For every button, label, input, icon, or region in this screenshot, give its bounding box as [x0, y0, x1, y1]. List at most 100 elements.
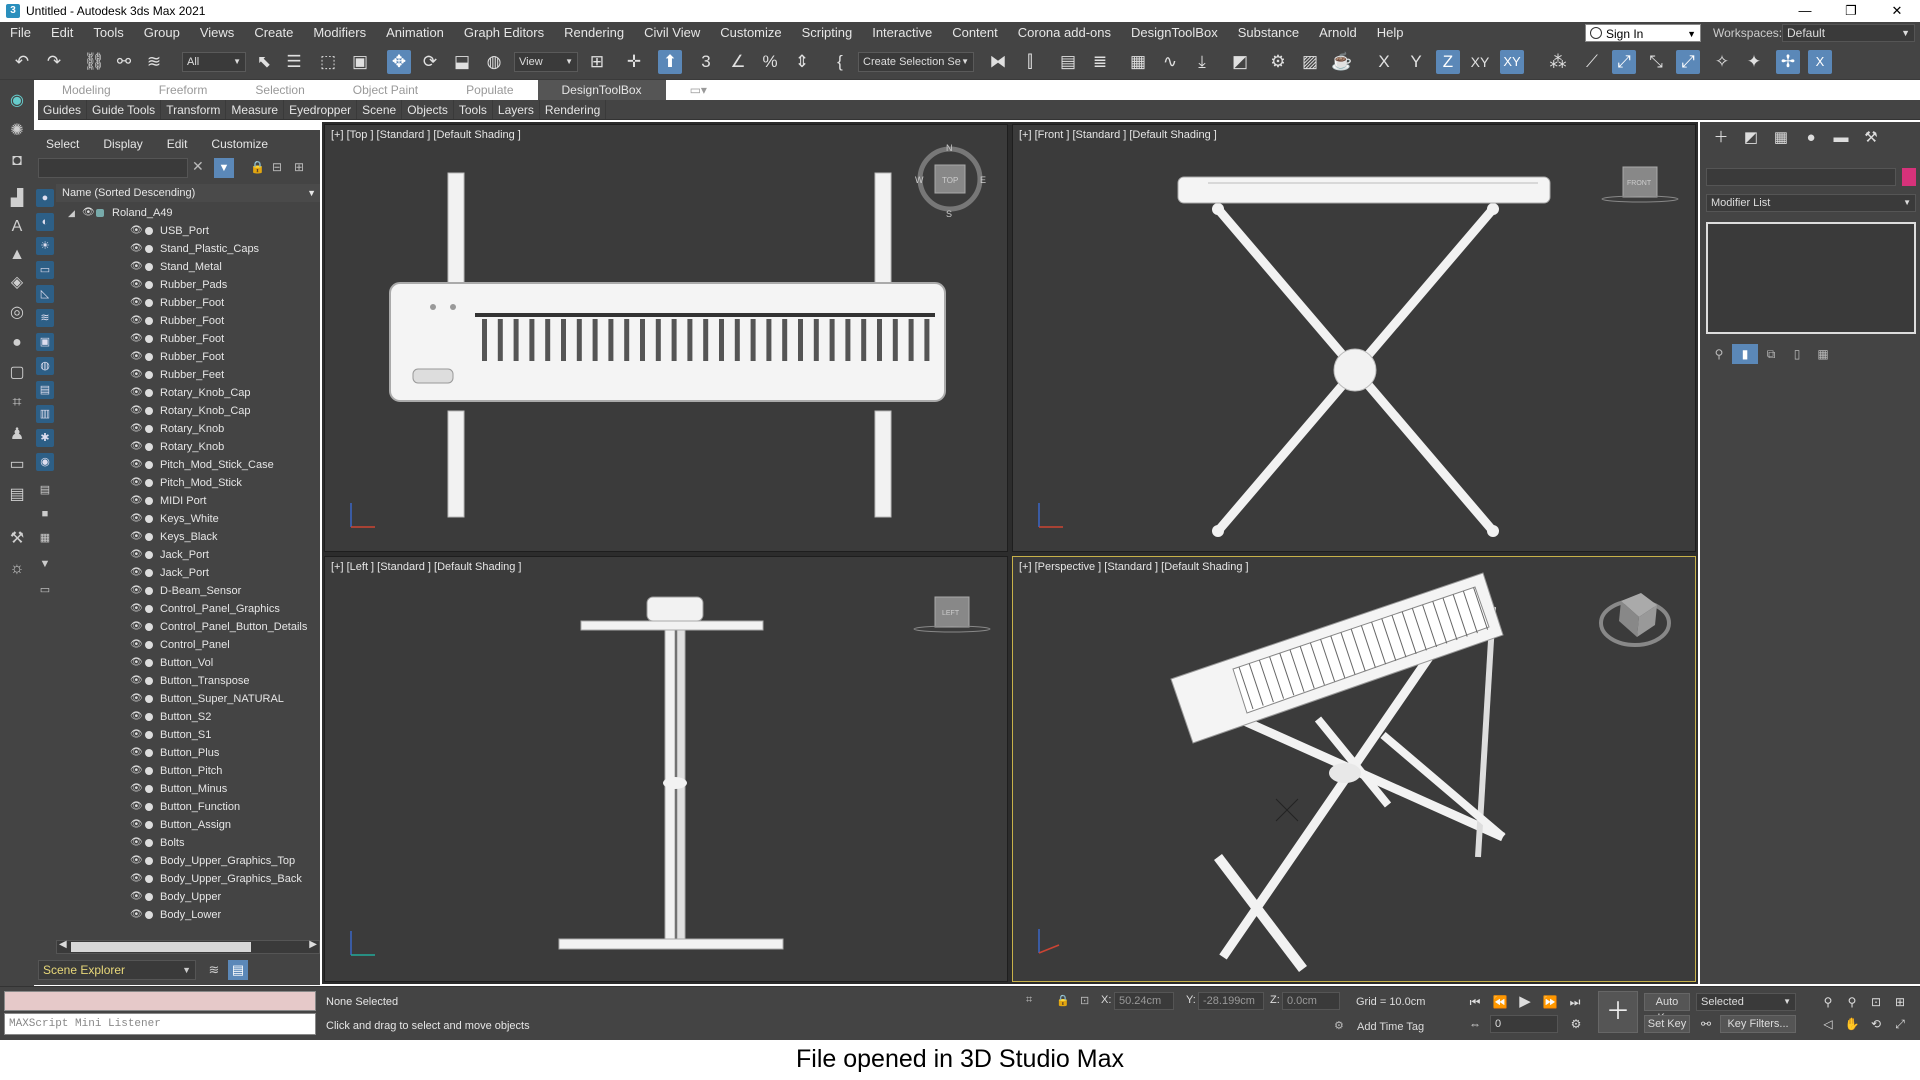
tree-row[interactable]: 👁 Button_Super_NATURAL — [56, 690, 320, 708]
toggle-scene-explorer-icon[interactable]: ▤ — [1056, 50, 1080, 74]
pan-icon[interactable]: ✋ — [1842, 1015, 1862, 1033]
expand-icon[interactable]: ⊞ — [294, 160, 304, 174]
toggle-layer-explorer-icon[interactable]: ≣ — [1088, 50, 1112, 74]
people-icon[interactable]: ♟ — [6, 424, 28, 446]
set-key-button[interactable]: Set Key — [1644, 1015, 1690, 1033]
go-to-end-icon[interactable]: ⏭ — [1565, 993, 1585, 1011]
pivot-center-icon[interactable]: ⊞ — [585, 50, 609, 74]
render-production-icon[interactable]: ☕ — [1330, 50, 1354, 74]
eye-icon[interactable]: 👁 — [130, 240, 143, 258]
menu-corona[interactable]: Corona add-ons — [1008, 22, 1121, 44]
snap-tool-c-icon[interactable]: ⤢ — [1676, 50, 1700, 74]
eye-icon[interactable]: 👁 — [130, 870, 143, 888]
menu-arnold[interactable]: Arnold — [1309, 22, 1367, 44]
tree-row[interactable]: 👁 Rubber_Foot — [56, 348, 320, 366]
ribbon-options-icon[interactable]: ▭▾ — [666, 80, 731, 100]
display-filter-icon[interactable]: ◉ — [36, 453, 54, 471]
tree-row[interactable]: 👁 Button_Assign — [56, 816, 320, 834]
snap-tool-b-icon[interactable]: ⤡ — [1644, 50, 1668, 74]
named-selection-sets-dropdown[interactable]: Create Selection Se ▼ — [858, 52, 974, 72]
curve-editor-icon[interactable]: ∿ — [1158, 50, 1182, 74]
auto-key-button[interactable]: Auto Key — [1644, 993, 1690, 1024]
layers-icon[interactable]: ≋ — [204, 960, 224, 980]
menu-graph-editors[interactable]: Graph Editors — [454, 22, 554, 44]
bind-space-warp-icon[interactable]: ≋ — [142, 50, 166, 74]
mirror-icon[interactable]: ⧓ — [986, 50, 1010, 74]
previous-frame-icon[interactable]: ⏪ — [1490, 993, 1510, 1011]
tree-row[interactable]: 👁 Keys_White — [56, 510, 320, 528]
cone-icon[interactable]: ▲ — [6, 244, 28, 266]
eye-icon[interactable]: 👁 — [130, 384, 143, 402]
container-filter-icon[interactable]: ▥ — [36, 405, 54, 423]
menu-tools[interactable]: Tools — [83, 22, 133, 44]
bulb-outline-icon[interactable]: ☼ — [6, 558, 28, 580]
menu-views[interactable]: Views — [190, 22, 244, 44]
crop-icon[interactable]: ⌗ — [6, 392, 28, 414]
eye-icon[interactable]: 👁 — [130, 834, 143, 852]
make-unique-icon[interactable]: ⧉ — [1758, 344, 1784, 364]
z-coordinate-field[interactable]: 0.0cm — [1282, 992, 1340, 1010]
tree-row[interactable]: 👁 Control_Panel_Graphics — [56, 600, 320, 618]
xref-filter-icon[interactable]: ◍ — [36, 357, 54, 375]
time-config-icon[interactable]: ⚙ — [1566, 1015, 1586, 1033]
hierarchy-icon[interactable]: ⊟ — [272, 160, 282, 174]
scroll-thumb[interactable] — [71, 942, 251, 952]
tool-icon[interactable]: ⚒ — [6, 528, 28, 550]
particle-filter-icon[interactable]: ✱ — [36, 429, 54, 447]
angle-snap-icon[interactable]: ∠ — [726, 50, 750, 74]
clear-search-icon[interactable]: ✕ — [192, 158, 204, 175]
set-keys-button[interactable]: ＋ — [1598, 991, 1638, 1033]
sign-in-dropdown[interactable]: Sign In ▼ — [1585, 24, 1701, 42]
eye-icon[interactable]: 👁 — [130, 690, 143, 708]
eye-icon[interactable]: 👁 — [130, 546, 143, 564]
menu-help[interactable]: Help — [1367, 22, 1414, 44]
eye-icon[interactable]: 👁 — [130, 258, 143, 276]
menu-edit[interactable]: Edit — [41, 22, 83, 44]
menu-content[interactable]: Content — [942, 22, 1008, 44]
bulb-icon[interactable]: ◉ — [6, 90, 28, 112]
show-end-result-icon[interactable]: ▮ — [1732, 344, 1758, 364]
reference-coordinate-dropdown[interactable]: View ▼ — [514, 52, 578, 72]
object-color-swatch[interactable] — [1902, 168, 1916, 186]
eye-icon[interactable]: 👁 — [130, 474, 143, 492]
menu-file[interactable]: File — [0, 22, 41, 44]
axis-x-icon[interactable]: X — [1372, 50, 1396, 74]
text-icon[interactable]: A — [6, 216, 28, 238]
maximize-viewport-icon[interactable]: ⤢ — [1890, 1015, 1910, 1033]
ribbon-scene[interactable]: Scene — [357, 100, 403, 119]
tree-row[interactable]: 👁 Rubber_Feet — [56, 366, 320, 384]
axis-y-icon[interactable]: Y — [1404, 50, 1428, 74]
tree-row[interactable]: 👁 Rubber_Foot — [56, 294, 320, 312]
workspaces-dropdown[interactable]: Default ▼ — [1782, 24, 1915, 42]
grid-snap-icon[interactable]: ⁂ — [1546, 50, 1570, 74]
material-editor-icon[interactable]: ◩ — [1228, 50, 1252, 74]
eye-icon[interactable]: 👁 — [130, 510, 143, 528]
tree-row[interactable]: 👁 Stand_Metal — [56, 258, 320, 276]
minimize-button[interactable]: — — [1782, 0, 1828, 22]
tree-row[interactable]: 👁 Button_S2 — [56, 708, 320, 726]
eye-icon[interactable]: 👁 — [130, 222, 143, 240]
eye-icon[interactable]: 👁 — [130, 744, 143, 762]
undo-icon[interactable]: ↶ — [10, 50, 34, 74]
tree-row[interactable]: 👁 Button_Pitch — [56, 762, 320, 780]
viewport-top[interactable]: [+] [Top ] [Standard ] [Default Shading … — [324, 124, 1008, 552]
scene-menu-select[interactable]: Select — [34, 134, 91, 154]
eye-icon[interactable]: 👁 — [82, 204, 95, 222]
tree-row[interactable]: 👁 Rubber_Pads — [56, 276, 320, 294]
menu-create[interactable]: Create — [244, 22, 303, 44]
eye-icon[interactable]: 👁 — [130, 762, 143, 780]
tree-row[interactable]: 👁 Control_Panel_Button_Details — [56, 618, 320, 636]
filter-icon[interactable]: ▼ — [214, 158, 234, 178]
ribbon-eyedropper[interactable]: Eyedropper — [284, 100, 358, 119]
tree-row[interactable]: 👁 Control_Panel — [56, 636, 320, 654]
eye-icon[interactable]: 👁 — [130, 564, 143, 582]
transform-tool-icon[interactable]: ✢ — [1776, 50, 1800, 74]
select-object-icon[interactable]: ⬉ — [252, 50, 276, 74]
select-manipulate-icon[interactable]: ✛ — [622, 50, 646, 74]
field-of-view-icon[interactable]: ◁ — [1818, 1015, 1838, 1033]
rendered-frame-window-icon[interactable]: ▨ — [1298, 50, 1322, 74]
document-icon[interactable]: ▤ — [6, 484, 28, 506]
scale-icon[interactable]: ⬓ — [450, 50, 474, 74]
unlink-icon[interactable]: ⚯ — [112, 50, 136, 74]
absolute-mode-icon[interactable]: ⊡ — [1080, 994, 1089, 1007]
